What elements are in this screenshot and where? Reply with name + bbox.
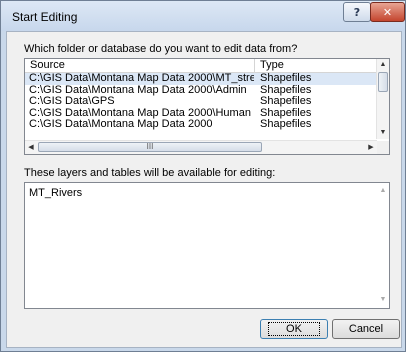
- source-list-horizontal-scrollbar[interactable]: ◀ III ▶: [25, 140, 377, 154]
- close-button[interactable]: ✕: [370, 2, 405, 22]
- source-row[interactable]: C:\GIS Data\Montana Map Data 2000\MT_str…: [25, 73, 377, 85]
- source-path-cell: C:\GIS Data\Montana Map Data 2000: [29, 119, 213, 130]
- layer-item[interactable]: MT_Rivers: [29, 187, 82, 199]
- source-row[interactable]: C:\GIS Data\Montana Map Data 2000\Admin S…: [25, 85, 377, 97]
- source-type-cell: Shapefiles: [260, 84, 312, 96]
- help-icon: ?: [353, 5, 361, 19]
- window-title: Start Editing: [12, 10, 78, 24]
- scroll-up-icon[interactable]: ▲: [377, 185, 389, 197]
- source-type-cell: Shapefiles: [260, 107, 312, 119]
- source-question-label: Which folder or database do you want to …: [24, 43, 298, 55]
- source-type-cell: Shapefiles: [260, 96, 312, 107]
- scroll-up-icon[interactable]: ▲: [377, 59, 389, 71]
- source-type-cell: Shapefiles: [260, 73, 312, 84]
- title-bar[interactable]: Start Editing ? ✕: [1, 1, 405, 31]
- horizontal-scroll-thumb[interactable]: III: [38, 142, 262, 152]
- source-path-cell: C:\GIS Data\Montana Map Data 2000\Admin: [29, 84, 247, 96]
- scroll-grip-icon: III: [146, 142, 154, 151]
- scroll-right-icon[interactable]: ▶: [365, 141, 377, 154]
- vertical-scroll-thumb[interactable]: [378, 72, 388, 92]
- ok-button[interactable]: OK: [260, 319, 328, 339]
- column-header-source[interactable]: Source: [25, 59, 255, 72]
- source-type-cell: Shapefiles: [260, 119, 312, 130]
- source-row[interactable]: C:\GIS Data\Montana Map Data 2000\Human S…: [25, 108, 377, 120]
- source-row[interactable]: C:\GIS Data\Montana Map Data 2000 Shapefi…: [25, 119, 377, 131]
- scroll-down-icon[interactable]: ▼: [377, 294, 389, 306]
- source-rows: C:\GIS Data\Montana Map Data 2000\MT_str…: [25, 73, 377, 137]
- scroll-down-icon[interactable]: ▼: [377, 127, 389, 139]
- scrollbar-corner: [377, 141, 389, 154]
- cancel-button[interactable]: Cancel: [332, 319, 400, 339]
- start-editing-dialog: Start Editing ? ✕ Which folder or databa…: [0, 0, 406, 352]
- dialog-body: Which folder or database do you want to …: [6, 31, 402, 348]
- cancel-button-label: Cancel: [348, 323, 384, 335]
- editable-layers-label: These layers and tables will be availabl…: [24, 167, 276, 179]
- source-path-cell: C:\GIS Data\Montana Map Data 2000\Human: [29, 107, 251, 119]
- column-header-type[interactable]: Type: [255, 59, 377, 72]
- ok-button-label: OK: [268, 322, 320, 336]
- source-path-cell: C:\GIS Data\GPS: [29, 96, 115, 107]
- source-path-cell: C:\GIS Data\Montana Map Data 2000\MT_str…: [29, 73, 254, 84]
- scroll-left-icon[interactable]: ◀: [25, 141, 37, 154]
- editable-layers-list[interactable]: MT_Rivers ▲ ▼: [24, 182, 390, 309]
- source-list-header: Source Type: [25, 59, 377, 73]
- source-list[interactable]: Source Type C:\GIS Data\Montana Map Data…: [24, 58, 390, 155]
- source-row[interactable]: C:\GIS Data\GPS Shapefiles: [25, 96, 377, 108]
- close-icon: ✕: [382, 5, 393, 19]
- source-list-vertical-scrollbar[interactable]: ▲ ▼: [376, 59, 389, 139]
- help-button[interactable]: ?: [343, 2, 371, 22]
- layers-list-scrollbar[interactable]: ▲ ▼: [377, 183, 389, 308]
